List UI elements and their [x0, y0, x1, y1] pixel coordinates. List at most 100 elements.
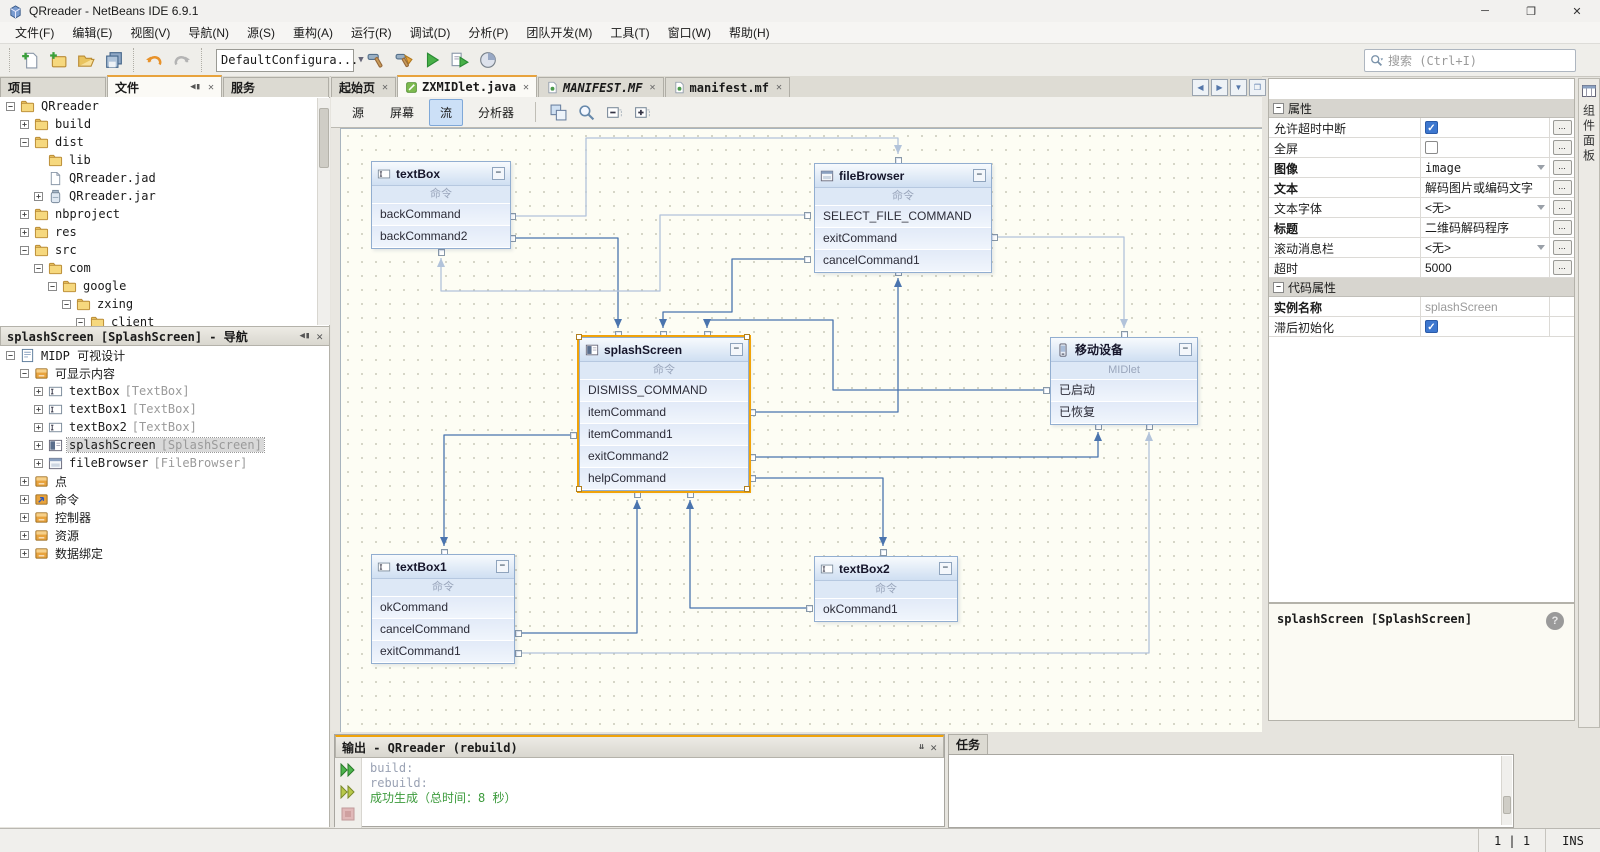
open-project-button[interactable]	[72, 47, 100, 73]
file-node-build[interactable]: +build	[0, 115, 329, 133]
file-node-QRreader.jar[interactable]: +QRreader.jar	[0, 187, 329, 205]
flow-item-SELECT_FILE_COMMAND[interactable]: SELECT_FILE_COMMAND	[815, 206, 991, 228]
expander-icon[interactable]: +	[34, 405, 43, 414]
expander-icon[interactable]: −	[20, 138, 29, 147]
file-node-dist[interactable]: −dist	[0, 133, 329, 151]
connector-handle[interactable]	[991, 234, 998, 241]
prop-value-图像[interactable]: image	[1421, 158, 1549, 177]
connector-handle[interactable]	[749, 454, 756, 461]
rerun-icon[interactable]	[339, 762, 357, 778]
nav-node-textBox[interactable]: +textBox[TextBox]	[0, 382, 329, 400]
prop-section-代码属性[interactable]: −代码属性	[1269, 278, 1574, 297]
file-node-zxing[interactable]: −zxing	[0, 295, 329, 313]
nav-node-fileBrowser[interactable]: +fileBrowser[FileBrowser]	[0, 454, 329, 472]
menu-编辑E[interactable]: 编辑(E)	[63, 22, 121, 43]
connector-handle[interactable]	[749, 409, 756, 416]
flow-box-mobileDevice[interactable]: 移动设备−MIDlet已启动已恢复	[1050, 337, 1198, 425]
file-node-nbproject[interactable]: +nbproject	[0, 205, 329, 223]
minimize-box-icon[interactable]: −	[496, 560, 509, 573]
flow-item-DISMISS_COMMAND[interactable]: DISMISS_COMMAND	[580, 380, 748, 402]
prop-section-属性[interactable]: −属性	[1269, 99, 1574, 118]
chevron-down-icon[interactable]	[1537, 165, 1545, 170]
prop-value-滞后初始化[interactable]: ✓	[1421, 317, 1549, 336]
nav-node-textBox2[interactable]: +textBox2[TextBox]	[0, 418, 329, 436]
connector-handle[interactable]	[515, 630, 522, 637]
palette-icon[interactable]	[1581, 83, 1597, 99]
build-button[interactable]	[362, 47, 390, 73]
expander-icon[interactable]: +	[20, 549, 29, 558]
zoom-icon[interactable]	[574, 101, 598, 123]
stop-icon[interactable]	[339, 806, 357, 822]
close-output-icon[interactable]: ✕	[930, 741, 937, 754]
prop-value-标题[interactable]: 二维码解码程序	[1421, 218, 1549, 237]
nav-node-点[interactable]: +点	[0, 472, 329, 490]
tab-list-icon[interactable]: ▼	[1230, 79, 1247, 96]
clean-build-button[interactable]	[390, 47, 418, 73]
nav-node-可显示内容[interactable]: −可显示内容	[0, 364, 329, 382]
checkbox-checked[interactable]: ✓	[1425, 121, 1438, 134]
expander-icon[interactable]: +	[20, 228, 29, 237]
expander-icon[interactable]: +	[34, 459, 43, 468]
flow-item-cancelCommand[interactable]: cancelCommand	[372, 619, 514, 641]
minimize-box-icon[interactable]: −	[973, 169, 986, 182]
file-node-client[interactable]: −client	[0, 313, 329, 326]
menu-导航N[interactable]: 导航(N)	[179, 22, 238, 43]
expander-icon[interactable]: −	[20, 369, 29, 378]
file-node-QRreader.jad[interactable]: QRreader.jad	[0, 169, 329, 187]
expander-icon[interactable]: −	[48, 282, 57, 291]
view-button-流[interactable]: 流	[429, 99, 463, 126]
menu-帮助H[interactable]: 帮助(H)	[720, 22, 779, 43]
connector-handle[interactable]	[1043, 387, 1050, 394]
ellipsis-button[interactable]: ...	[1553, 160, 1572, 175]
nav-node-MIDP 可视设计[interactable]: −MIDP 可视设计	[0, 346, 329, 364]
editor-tab-起始页[interactable]: 起始页✕	[331, 77, 396, 97]
close-button[interactable]: ✕	[1554, 0, 1600, 22]
expander-icon[interactable]: +	[20, 495, 29, 504]
checkbox-checked[interactable]: ✓	[1425, 320, 1438, 333]
chevron-down-icon[interactable]	[1537, 205, 1545, 210]
prop-value-全屏[interactable]	[1421, 138, 1549, 157]
tab-tasks[interactable]: 任务	[948, 734, 988, 754]
status-cell-1[interactable]: INS	[1545, 829, 1600, 852]
expander-icon[interactable]: −	[6, 102, 15, 111]
debug-button[interactable]	[446, 47, 474, 73]
ellipsis-button[interactable]: ...	[1553, 240, 1572, 255]
flow-item-okCommand[interactable]: okCommand	[372, 597, 514, 619]
expander-icon[interactable]: +	[20, 531, 29, 540]
selection-handle[interactable]	[744, 334, 750, 340]
connector-handle[interactable]	[749, 475, 756, 482]
tasks-scrollbar[interactable]	[1501, 756, 1512, 825]
maximize-button[interactable]: ❐	[1508, 0, 1554, 22]
selection-handle[interactable]	[576, 486, 582, 492]
view-button-源[interactable]: 源	[341, 99, 375, 126]
expander-icon[interactable]: +	[20, 477, 29, 486]
explorer-tab-文件[interactable]: 文件◀▮✕	[107, 75, 222, 97]
minimize-box-icon[interactable]: −	[1179, 343, 1192, 356]
file-node-QRreader[interactable]: −QRreader	[0, 97, 329, 115]
explorer-tab-项目[interactable]: 项目	[0, 77, 106, 97]
flow-item-已恢复[interactable]: 已恢复	[1051, 402, 1197, 424]
ellipsis-button[interactable]: ...	[1553, 260, 1572, 275]
prop-value-超时[interactable]: 5000	[1421, 258, 1549, 277]
file-node-src[interactable]: −src	[0, 241, 329, 259]
file-node-com[interactable]: −com	[0, 259, 329, 277]
expander-icon[interactable]: −	[76, 318, 85, 327]
flow-box-textBox1[interactable]: textBox1−命令okCommandcancelCommandexitCom…	[371, 554, 515, 664]
files-tree-scrollbar[interactable]	[317, 98, 330, 325]
nav-node-splashScreen[interactable]: +splashScreen[SplashScreen]	[0, 436, 329, 454]
selection-handle[interactable]	[576, 334, 582, 340]
file-node-google[interactable]: −google	[0, 277, 329, 295]
menu-工具T[interactable]: 工具(T)	[601, 22, 658, 43]
expander-icon[interactable]: −	[20, 246, 29, 255]
menu-重构A[interactable]: 重构(A)	[284, 22, 342, 43]
menu-窗口W[interactable]: 窗口(W)	[659, 22, 720, 43]
minimize-button[interactable]: ─	[1462, 0, 1508, 22]
expander-icon[interactable]: −	[62, 300, 71, 309]
close-tab-icon[interactable]: ✕	[649, 82, 655, 93]
new-project-button[interactable]	[44, 47, 72, 73]
flow-item-已启动[interactable]: 已启动	[1051, 380, 1197, 402]
ellipsis-button[interactable]: ...	[1553, 200, 1572, 215]
connector-handle[interactable]	[880, 549, 887, 556]
filter-icon[interactable]: ⇊	[919, 742, 924, 752]
close-tab-icon[interactable]: ✕	[523, 82, 529, 93]
